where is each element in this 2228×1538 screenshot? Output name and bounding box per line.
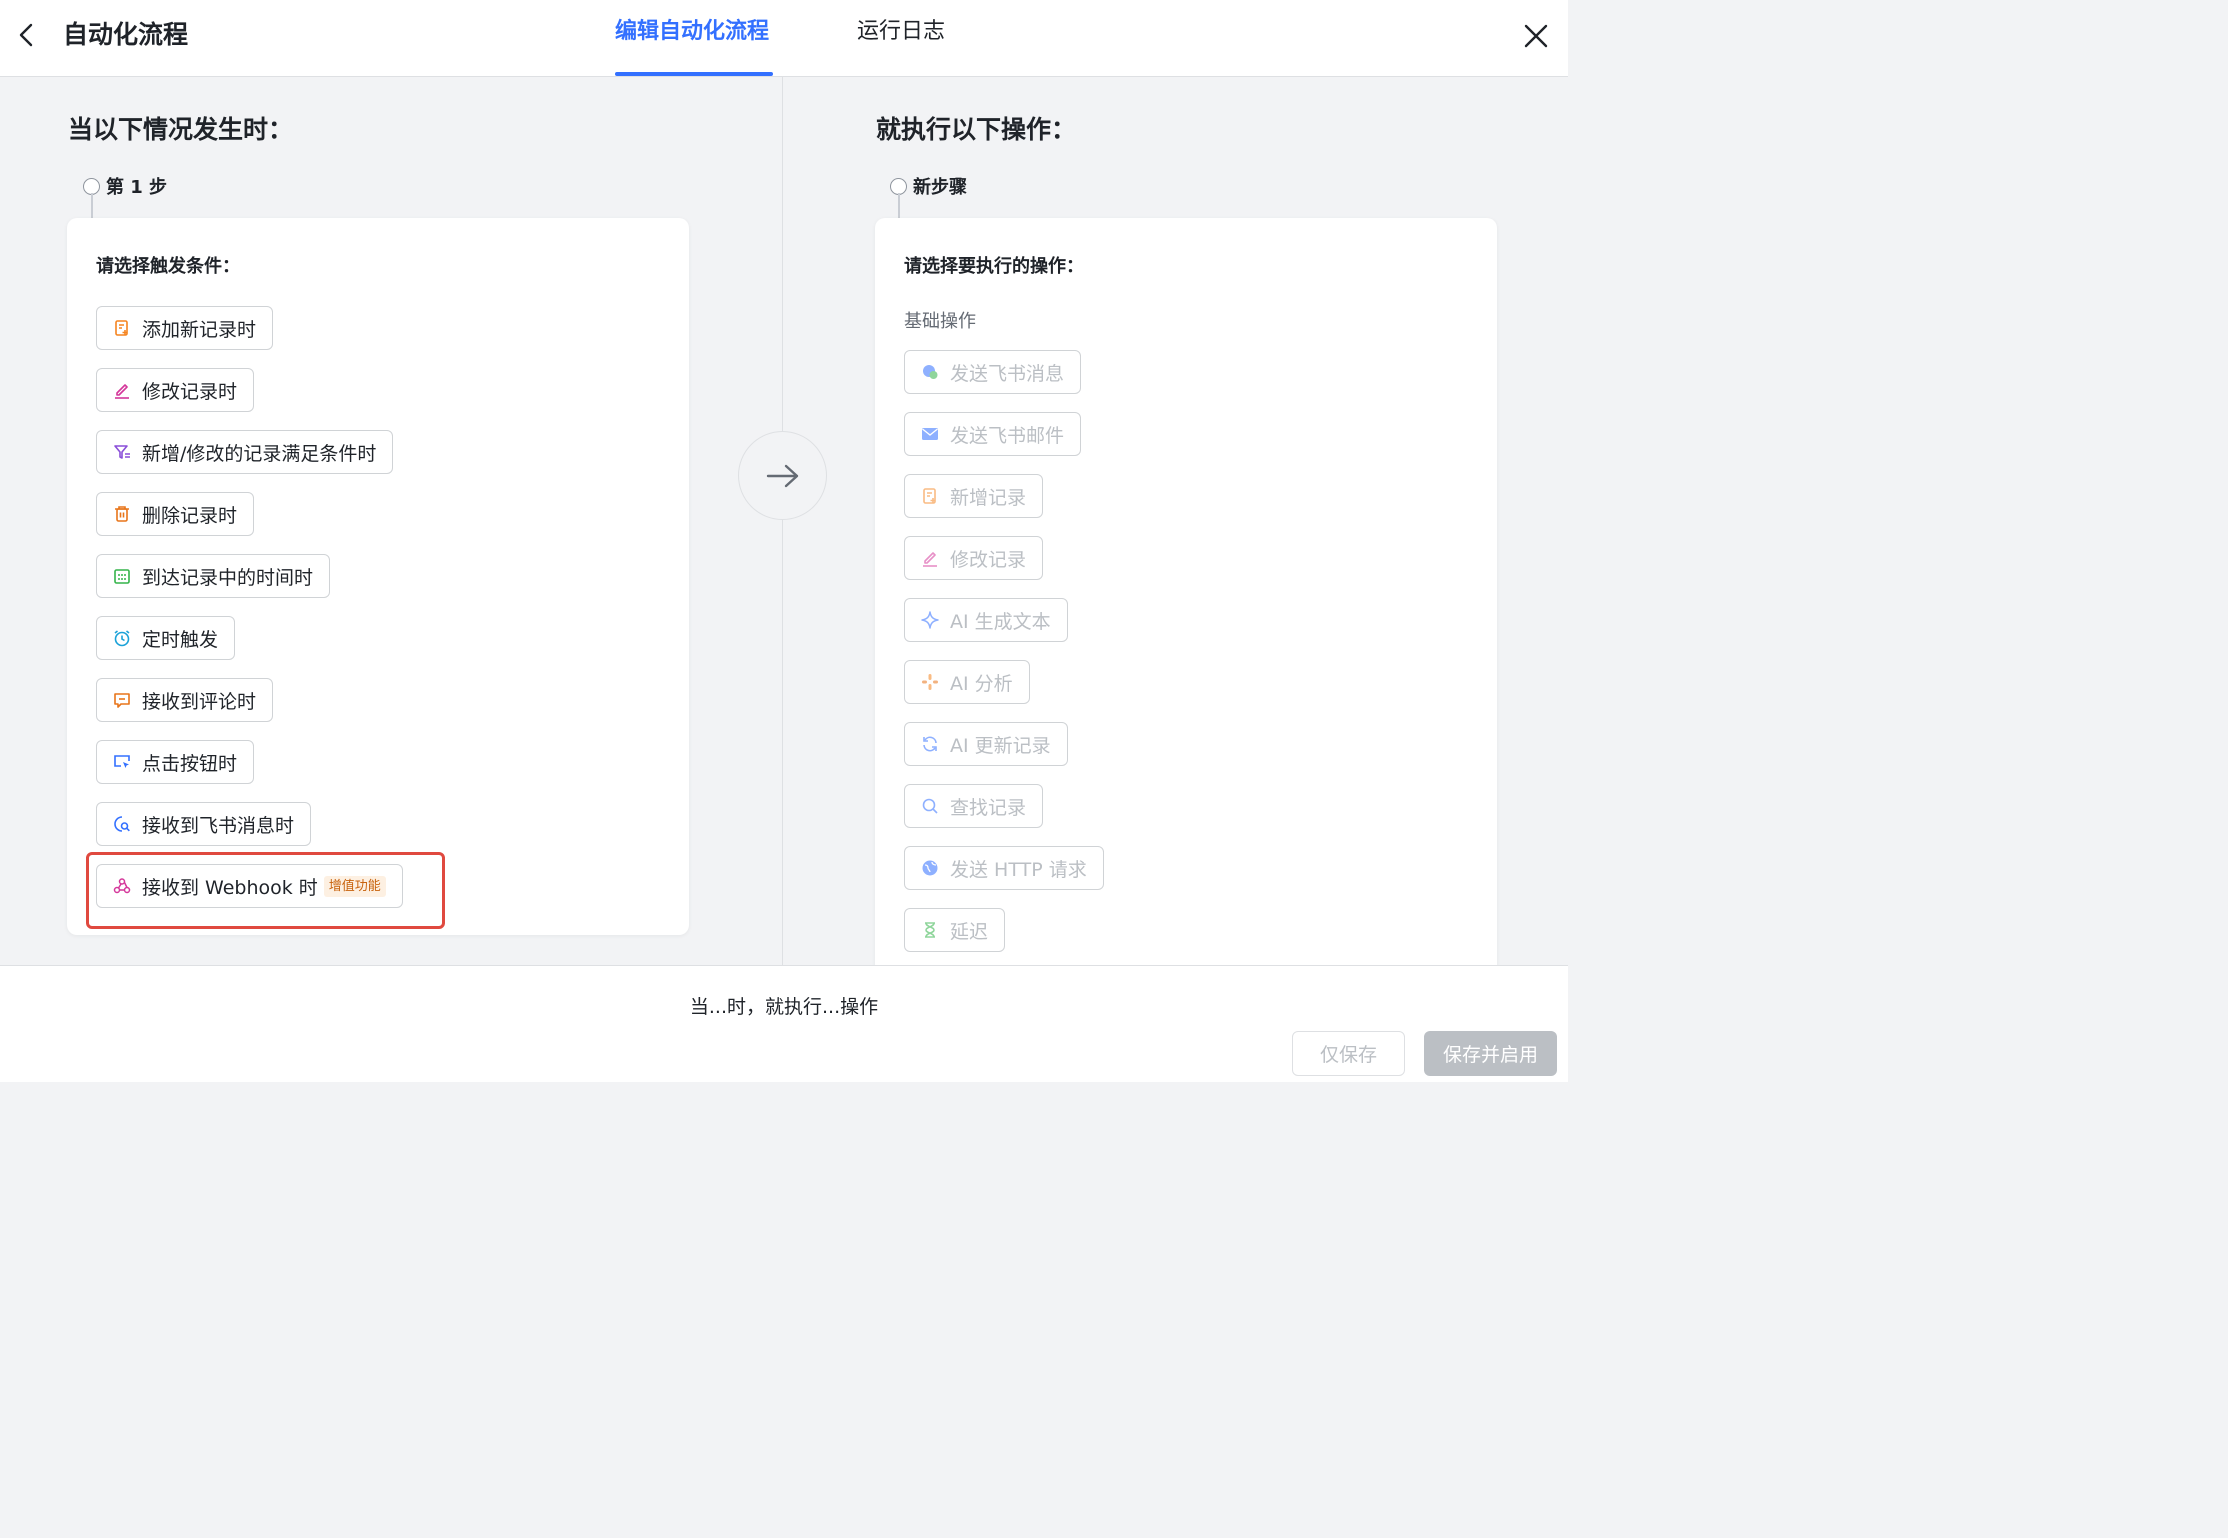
trigger-card-heading: 请选择触发条件： — [96, 256, 240, 277]
edit-icon — [920, 548, 940, 568]
option-label: 查找记录 — [950, 796, 1027, 819]
action-option-send-message[interactable]: 发送飞书消息 — [904, 350, 1082, 394]
tab-run-log[interactable]: 运行日志 — [857, 15, 945, 49]
page-title: 自动化流程 — [63, 20, 189, 49]
option-label: 发送 HTTP 请求 — [950, 858, 1087, 881]
option-label: 延迟 — [950, 920, 989, 943]
step-circle-icon — [83, 177, 100, 195]
sparkle-icon — [920, 610, 940, 630]
calendar-icon — [112, 566, 132, 586]
option-label: 接收到飞书消息时 — [142, 814, 295, 837]
option-label: 到达记录中的时间时 — [142, 566, 314, 589]
action-option-edit-record[interactable]: 修改记录 — [904, 536, 1044, 580]
alarm-clock-icon — [112, 628, 132, 648]
record-add-icon — [920, 486, 940, 506]
chat-search-icon — [112, 814, 132, 834]
record-add-icon — [112, 318, 132, 338]
save-only-button[interactable]: 仅保存 — [1292, 1031, 1405, 1076]
option-label: 点击按钮时 — [142, 752, 238, 775]
trigger-card: 请选择触发条件： 添加新记录时 修改记录时 新增/修改的记录满足条件时 删除记录… — [67, 218, 689, 935]
action-section-title: 就执行以下操作： — [876, 115, 1077, 144]
close-icon[interactable] — [1522, 22, 1550, 50]
globe-icon — [920, 858, 940, 878]
flow-arrow-icon — [738, 431, 827, 520]
trigger-step-label: 第 1 步 — [106, 177, 168, 198]
action-card: 请选择要执行的操作： 基础操作 发送飞书消息 发送飞书邮件 新增记录 修改记录 … — [875, 218, 1497, 978]
trigger-option-comment[interactable]: 接收到评论时 — [96, 678, 274, 722]
option-label: 修改记录时 — [142, 380, 238, 403]
action-option-ai-update-record[interactable]: AI 更新记录 — [904, 722, 1068, 766]
option-label: AI 生成文本 — [950, 610, 1051, 633]
search-icon — [920, 796, 940, 816]
ai-analysis-icon — [920, 672, 940, 692]
option-label: 删除记录时 — [142, 504, 238, 527]
trigger-section-title: 当以下情况发生时： — [68, 115, 294, 144]
active-tab-indicator — [615, 72, 773, 76]
trigger-option-delete-record[interactable]: 删除记录时 — [96, 492, 255, 536]
flow-summary-text: 当...时，就执行...操作 — [689, 996, 879, 1018]
action-step-label: 新步骤 — [913, 177, 967, 198]
webhook-icon — [112, 876, 132, 896]
refresh-icon — [920, 734, 940, 754]
option-label: 修改记录 — [950, 548, 1027, 571]
action-option-delay[interactable]: 延迟 — [904, 908, 1006, 952]
action-group-title: 基础操作 — [904, 311, 976, 332]
trigger-option-record-time[interactable]: 到达记录中的时间时 — [96, 554, 331, 598]
footer-bar: 当...时，就执行...操作 仅保存 保存并启用 — [0, 965, 1568, 1082]
option-label: 新增/修改的记录满足条件时 — [142, 442, 377, 465]
step-connector — [898, 193, 900, 219]
action-option-ai-analysis[interactable]: AI 分析 — [904, 660, 1030, 704]
option-label: 定时触发 — [142, 628, 219, 651]
step-connector — [91, 193, 93, 219]
hourglass-icon — [920, 920, 940, 940]
option-label: 发送飞书邮件 — [950, 424, 1065, 447]
action-option-send-mail[interactable]: 发送飞书邮件 — [904, 412, 1082, 456]
option-label: 添加新记录时 — [142, 318, 257, 341]
action-option-find-record[interactable]: 查找记录 — [904, 784, 1044, 828]
column-divider — [782, 77, 783, 965]
option-label: 发送飞书消息 — [950, 362, 1065, 385]
action-option-http-request[interactable]: 发送 HTTP 请求 — [904, 846, 1104, 890]
step-circle-icon — [890, 177, 907, 195]
trigger-option-add-record[interactable]: 添加新记录时 — [96, 306, 274, 350]
premium-badge: 增值功能 — [323, 875, 386, 897]
trigger-step: 第 1 步 — [83, 175, 168, 198]
mail-icon — [920, 424, 940, 444]
option-label: AI 分析 — [950, 672, 1013, 695]
trigger-option-condition-met[interactable]: 新增/修改的记录满足条件时 — [96, 430, 394, 474]
trigger-option-feishu-message[interactable]: 接收到飞书消息时 — [96, 802, 312, 846]
comment-icon — [112, 690, 132, 710]
back-arrow-icon[interactable] — [14, 22, 40, 48]
option-label: 接收到评论时 — [142, 690, 257, 713]
trigger-option-scheduled[interactable]: 定时触发 — [96, 616, 236, 660]
action-step: 新步骤 — [890, 175, 967, 198]
trigger-option-button-click[interactable]: 点击按钮时 — [96, 740, 255, 784]
filter-icon — [112, 442, 132, 462]
option-label: 接收到 Webhook 时 — [142, 876, 318, 899]
action-option-ai-generate-text[interactable]: AI 生成文本 — [904, 598, 1068, 642]
button-cursor-icon — [112, 752, 132, 772]
option-label: AI 更新记录 — [950, 734, 1051, 757]
header-bar: 自动化流程 编辑自动化流程 运行日志 — [0, 0, 1568, 77]
trash-icon — [112, 504, 132, 524]
option-label: 新增记录 — [950, 486, 1027, 509]
chat-bubble-icon — [920, 362, 940, 382]
tab-edit-automation[interactable]: 编辑自动化流程 — [615, 15, 769, 49]
trigger-option-webhook[interactable]: 接收到 Webhook 时 增值功能 — [96, 864, 403, 908]
action-option-add-record[interactable]: 新增记录 — [904, 474, 1044, 518]
edit-icon — [112, 380, 132, 400]
action-card-heading: 请选择要执行的操作： — [904, 256, 1084, 277]
trigger-option-edit-record[interactable]: 修改记录时 — [96, 368, 255, 412]
save-and-enable-button[interactable]: 保存并启用 — [1424, 1031, 1557, 1076]
